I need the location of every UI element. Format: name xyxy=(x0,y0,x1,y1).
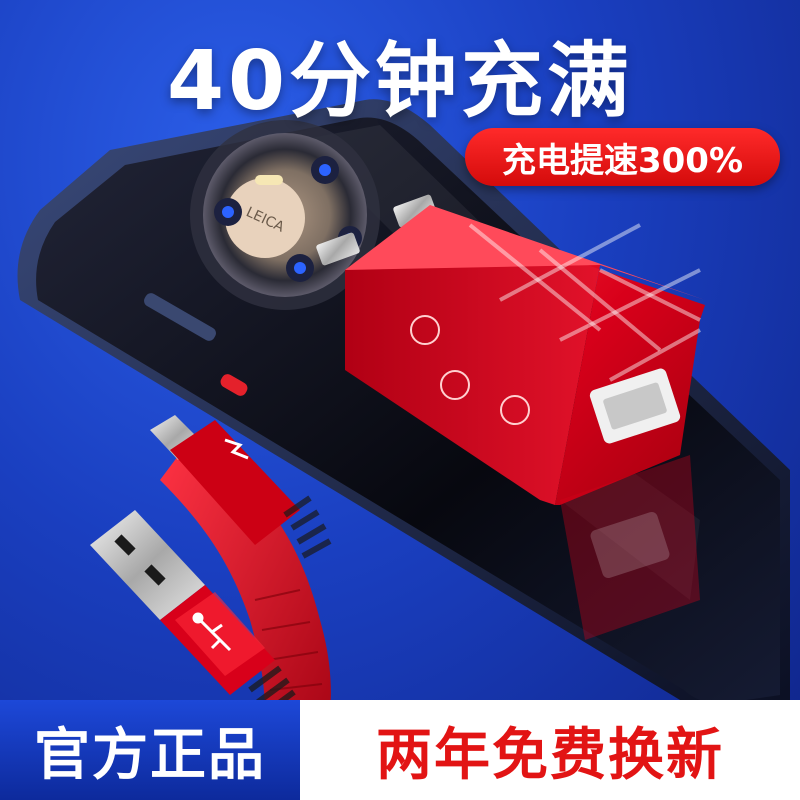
official-genuine-label: 官方正品 xyxy=(0,700,300,800)
product-ad: LEICA 40分钟充满 充电提速300% 官方正品 两年免费换新 xyxy=(0,0,800,800)
footer-banner: 官方正品 两年免费换新 xyxy=(0,700,800,800)
speed-badge: 充电提速300% xyxy=(465,128,780,186)
headline: 40分钟充满 xyxy=(166,34,634,129)
warranty-label: 两年免费换新 xyxy=(300,700,800,800)
